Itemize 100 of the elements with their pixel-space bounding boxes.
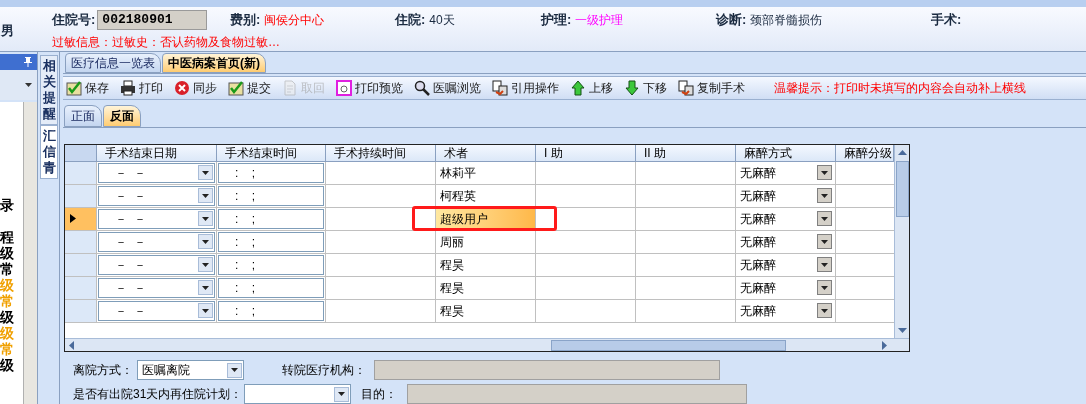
- transfer-field[interactable]: [374, 360, 720, 380]
- dropdown-button[interactable]: [334, 386, 350, 402]
- anesthesia-dropdown[interactable]: 无麻醉: [736, 253, 836, 276]
- dropdown-button[interactable]: [817, 165, 832, 181]
- close-icon: [174, 79, 190, 96]
- anesthesia-dropdown[interactable]: 无麻醉: [736, 299, 836, 322]
- dropdown-button[interactable]: [227, 362, 242, 378]
- corner-header[interactable]: [65, 144, 97, 161]
- field-value: 一级护理: [575, 12, 624, 29]
- toolbar-button[interactable]: 引用操作: [492, 78, 559, 97]
- dropdown-button[interactable]: [817, 280, 832, 296]
- purpose-field[interactable]: [407, 384, 748, 404]
- toolbar-button[interactable]: 打印预览: [336, 78, 403, 97]
- scroll-right-icon[interactable]: [882, 340, 887, 350]
- time-field[interactable]: : ;: [218, 208, 324, 229]
- tab[interactable]: 反面: [103, 104, 141, 127]
- toolbar-button[interactable]: 下移: [624, 78, 667, 97]
- column-header[interactable]: 手术结束日期: [97, 144, 217, 161]
- caret-icon[interactable]: [25, 83, 32, 87]
- field-value: 40天: [429, 12, 455, 29]
- surgeon-cell-text: 周丽: [439, 233, 465, 251]
- column-header[interactable]: 手术结束时间: [217, 144, 326, 161]
- caret-icon: [821, 262, 828, 267]
- anesthesia-dropdown[interactable]: 无麻醉: [736, 276, 836, 299]
- dropdown-button[interactable]: [817, 211, 832, 227]
- toolbar-button[interactable]: 复制手术: [678, 78, 745, 97]
- toolbar-button[interactable]: 打印: [120, 78, 163, 97]
- sidebar-item[interactable]: 级: [0, 245, 14, 261]
- dropdown-button[interactable]: [198, 234, 213, 250]
- scroll-thumb[interactable]: [895, 160, 909, 217]
- anesthesia-dropdown[interactable]: 无麻醉: [736, 161, 836, 184]
- dropdown-button[interactable]: [198, 303, 213, 319]
- caret-icon: [202, 216, 209, 221]
- toolbar-button[interactable]: 上移: [570, 78, 613, 97]
- toolbar-button[interactable]: 同步: [174, 78, 217, 97]
- tab[interactable]: 正面: [64, 104, 102, 127]
- sidebar-item[interactable]: 录: [0, 197, 14, 213]
- column-header[interactable]: 麻醉方式: [736, 144, 836, 161]
- date-field[interactable]: － －: [98, 300, 215, 321]
- dropdown-button[interactable]: [198, 188, 213, 204]
- sidebar-item[interactable]: 级: [0, 357, 14, 373]
- date-field[interactable]: － －: [98, 185, 215, 206]
- scroll-thumb[interactable]: [551, 339, 786, 351]
- field-label: 住院号:: [52, 11, 96, 30]
- tab[interactable]: 医疗信息一览表: [65, 52, 161, 73]
- column-header[interactable]: 术者: [436, 144, 536, 161]
- scroll-up-icon[interactable]: [897, 149, 907, 155]
- dropdown-button[interactable]: [817, 234, 832, 250]
- column-header[interactable]: 手术持续时间: [326, 144, 436, 161]
- time-field[interactable]: : ;: [218, 162, 324, 183]
- date-field[interactable]: － －: [98, 162, 215, 183]
- date-field[interactable]: － －: [98, 277, 215, 298]
- field-label: 住院:: [395, 11, 426, 30]
- dropdown-button[interactable]: [817, 303, 832, 319]
- dropdown-button[interactable]: [198, 257, 213, 273]
- date-field[interactable]: － －: [98, 254, 215, 275]
- discharge-dropdown[interactable]: 医嘱离院: [137, 360, 244, 380]
- field-label: 诊断:: [716, 11, 747, 30]
- dropdown-button[interactable]: [817, 257, 832, 273]
- anesthesia-dropdown[interactable]: 无麻醉: [736, 230, 836, 253]
- pin-icon[interactable]: [24, 57, 32, 67]
- column-header[interactable]: I 助: [536, 144, 636, 161]
- toolbar-button[interactable]: 保存: [66, 78, 109, 97]
- time-field[interactable]: : ;: [218, 254, 324, 275]
- anesthesia-dropdown[interactable]: 无麻醉: [736, 207, 836, 230]
- dropdown-button[interactable]: [817, 188, 832, 204]
- caret-icon: [202, 285, 209, 290]
- toolbar-button[interactable]: 提交: [228, 78, 271, 97]
- dropdown-button[interactable]: [198, 165, 213, 181]
- surgeon-cell-text: 程昊: [439, 279, 465, 297]
- vertical-scrollbar[interactable]: [894, 144, 909, 338]
- horizontal-scrollbar[interactable]: [65, 338, 909, 351]
- sidebar-item[interactable]: 常: [0, 261, 14, 277]
- time-field[interactable]: : ;: [218, 185, 324, 206]
- side-tab[interactable]: 相关提醒: [40, 55, 58, 125]
- dropdown-button[interactable]: [198, 280, 213, 296]
- printer-icon: [120, 79, 136, 96]
- scroll-down-icon[interactable]: [897, 328, 907, 333]
- field-value: 颈部脊髓损伤: [750, 12, 823, 29]
- toolbar-button[interactable]: 医嘱浏览: [414, 78, 481, 97]
- sidebar-item[interactable]: 程: [0, 229, 14, 245]
- date-field[interactable]: － －: [98, 231, 215, 252]
- row-header[interactable]: [65, 207, 97, 230]
- tab[interactable]: 中医病案首页(新): [162, 52, 266, 73]
- anesthesia-dropdown[interactable]: 无麻醉: [736, 184, 836, 207]
- sidebar-item[interactable]: 级: [0, 309, 14, 325]
- time-field[interactable]: : ;: [218, 277, 324, 298]
- scroll-left-icon[interactable]: [69, 340, 74, 350]
- copy-icon: [678, 79, 694, 96]
- dropdown-button[interactable]: [198, 211, 213, 227]
- scrollbar[interactable]: [23, 102, 37, 404]
- caret-icon: [202, 193, 209, 198]
- time-field[interactable]: : ;: [218, 231, 324, 252]
- date-field[interactable]: － －: [98, 208, 215, 229]
- time-field[interactable]: : ;: [218, 300, 324, 321]
- column-header[interactable]: II 助: [636, 144, 736, 161]
- side-tab[interactable]: 汇信青: [40, 125, 58, 179]
- surgeon-cell-text: 程昊: [439, 256, 465, 274]
- current-row-icon: [70, 214, 76, 224]
- print-tip: 温馨提示：打印时未填写的内容会自动补上横线: [774, 79, 1026, 97]
